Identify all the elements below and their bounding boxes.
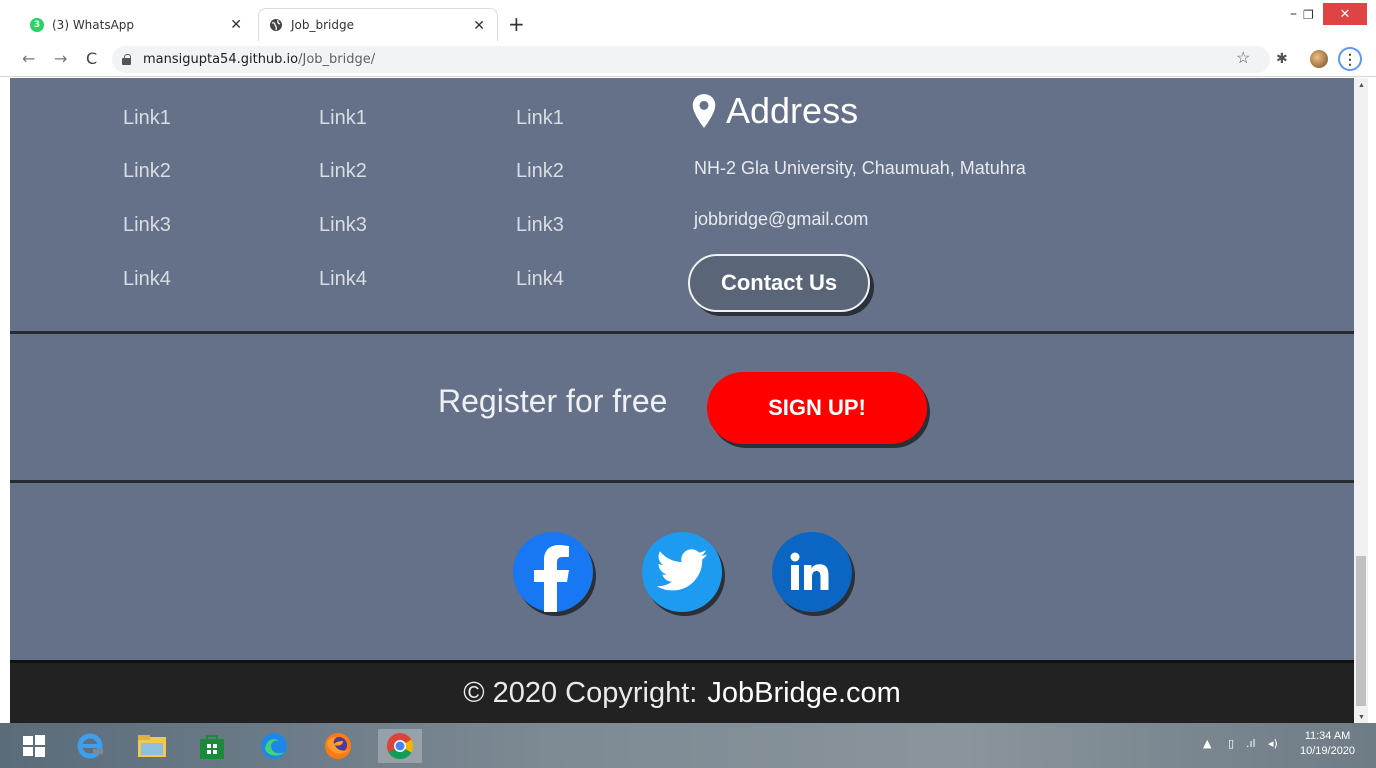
- footer-link[interactable]: Link2: [123, 160, 171, 183]
- url-host: mansigupta54.github.io: [143, 52, 299, 67]
- tab-close-icon[interactable]: ✕: [230, 17, 242, 33]
- tab-job-bridge[interactable]: Job_bridge ✕: [258, 8, 498, 41]
- footer-link[interactable]: Link3: [123, 214, 171, 237]
- footer-link[interactable]: Link4: [516, 268, 564, 291]
- back-button[interactable]: ←: [22, 49, 35, 68]
- linkedin-glyph: [790, 552, 829, 590]
- address-heading: Address: [690, 90, 858, 132]
- windows-taskbar: ▲ ▯ .ıl ◂) 11:34 AM 10/19/2020: [0, 723, 1376, 768]
- brand-link[interactable]: JobBridge.com: [707, 677, 900, 710]
- new-tab-button[interactable]: +: [508, 12, 525, 36]
- footer-link[interactable]: Link3: [319, 214, 367, 237]
- page-viewport: Link1 Link2 Link3 Link4 Link1 Link2 Link…: [10, 78, 1354, 723]
- footer-link[interactable]: Link3: [516, 214, 564, 237]
- store-icon[interactable]: [194, 729, 230, 763]
- profile-avatar[interactable]: [1310, 50, 1328, 68]
- section-divider: [10, 331, 1354, 334]
- tab-title: Job_bridge: [291, 18, 354, 32]
- restore-button[interactable]: ❐: [1303, 8, 1314, 22]
- whatsapp-badge-icon: 3: [30, 17, 44, 32]
- page-scrollbar[interactable]: ▲ ▼: [1354, 78, 1368, 723]
- copyright-text: © 2020 Copyright:: [463, 676, 698, 709]
- email-text: jobbridge@gmail.com: [694, 209, 869, 229]
- twitter-bird-glyph: [656, 549, 708, 591]
- scroll-down-arrow-icon[interactable]: ▼: [1358, 714, 1365, 721]
- footer-link[interactable]: Link2: [516, 160, 564, 183]
- map-pin-icon: [692, 94, 716, 128]
- extensions-puzzle-icon[interactable]: ✱: [1276, 50, 1288, 67]
- windows-start-icon[interactable]: [16, 729, 52, 763]
- clock-time: 11:34 AM: [1304, 730, 1351, 742]
- clock-date: 10/19/2020: [1300, 745, 1356, 757]
- chrome-icon[interactable]: [378, 729, 422, 763]
- footer-link[interactable]: Link4: [319, 268, 367, 291]
- network-signal-icon[interactable]: .ıl: [1246, 737, 1256, 750]
- tab-close-icon[interactable]: ✕: [473, 18, 485, 34]
- address-line: NH-2 Gla University, Chaumuah, Matuhra: [694, 158, 1026, 178]
- footer-link[interactable]: Link1: [516, 107, 564, 130]
- system-clock[interactable]: 11:34 AM 10/19/2020: [1300, 729, 1355, 759]
- sign-up-button[interactable]: SIGN UP!: [707, 372, 927, 444]
- file-explorer-icon[interactable]: [134, 729, 170, 763]
- linkedin-icon[interactable]: [772, 532, 852, 612]
- contact-us-button[interactable]: Contact Us: [688, 254, 870, 312]
- firefox-icon[interactable]: [320, 729, 356, 763]
- close-window-button[interactable]: ✕: [1323, 3, 1367, 25]
- footer-link[interactable]: Link2: [319, 160, 367, 183]
- battery-icon[interactable]: ▯: [1228, 737, 1234, 750]
- section-divider: [10, 480, 1354, 483]
- browser-menu-button[interactable]: ⋮: [1338, 47, 1362, 71]
- footer-link[interactable]: Link4: [123, 268, 171, 291]
- url-text: mansigupta54.github.io/Job_bridge/: [143, 52, 375, 67]
- twitter-icon[interactable]: [642, 532, 722, 612]
- footer-link[interactable]: Link1: [319, 107, 367, 130]
- scroll-up-arrow-icon[interactable]: ▲: [1358, 82, 1365, 89]
- minimize-button[interactable]: –: [1290, 6, 1297, 22]
- volume-icon[interactable]: ◂): [1268, 737, 1278, 750]
- forward-button[interactable]: →: [54, 49, 67, 68]
- facebook-icon[interactable]: [513, 532, 593, 612]
- edge-browser-icon[interactable]: [256, 729, 292, 763]
- bookmark-star-icon[interactable]: ☆: [1236, 48, 1250, 68]
- facebook-glyph: [534, 545, 569, 612]
- address-title: Address: [726, 90, 859, 131]
- browser-toolbar: ← → C mansigupta54.github.io/Job_bridge/…: [0, 41, 1376, 77]
- register-text: Register for free: [438, 383, 668, 419]
- tray-expand-icon[interactable]: ▲: [1203, 737, 1211, 750]
- lock-icon: [122, 54, 131, 65]
- footer-link[interactable]: Link1: [123, 107, 171, 130]
- scroll-thumb[interactable]: [1356, 556, 1366, 706]
- copyright-footer: © 2020 Copyright: JobBridge.com: [10, 660, 1354, 723]
- tab-whatsapp[interactable]: 3 (3) WhatsApp ✕: [18, 8, 254, 41]
- address-bar[interactable]: mansigupta54.github.io/Job_bridge/: [112, 46, 1270, 73]
- browser-tabbar: 3 (3) WhatsApp ✕ Job_bridge ✕ + – ❐ ✕: [0, 0, 1376, 41]
- reload-button[interactable]: C: [86, 49, 97, 68]
- url-path: /Job_bridge/: [298, 52, 376, 67]
- tab-title: (3) WhatsApp: [52, 17, 135, 32]
- globe-icon: [270, 19, 282, 31]
- internet-explorer-icon[interactable]: [72, 729, 108, 763]
